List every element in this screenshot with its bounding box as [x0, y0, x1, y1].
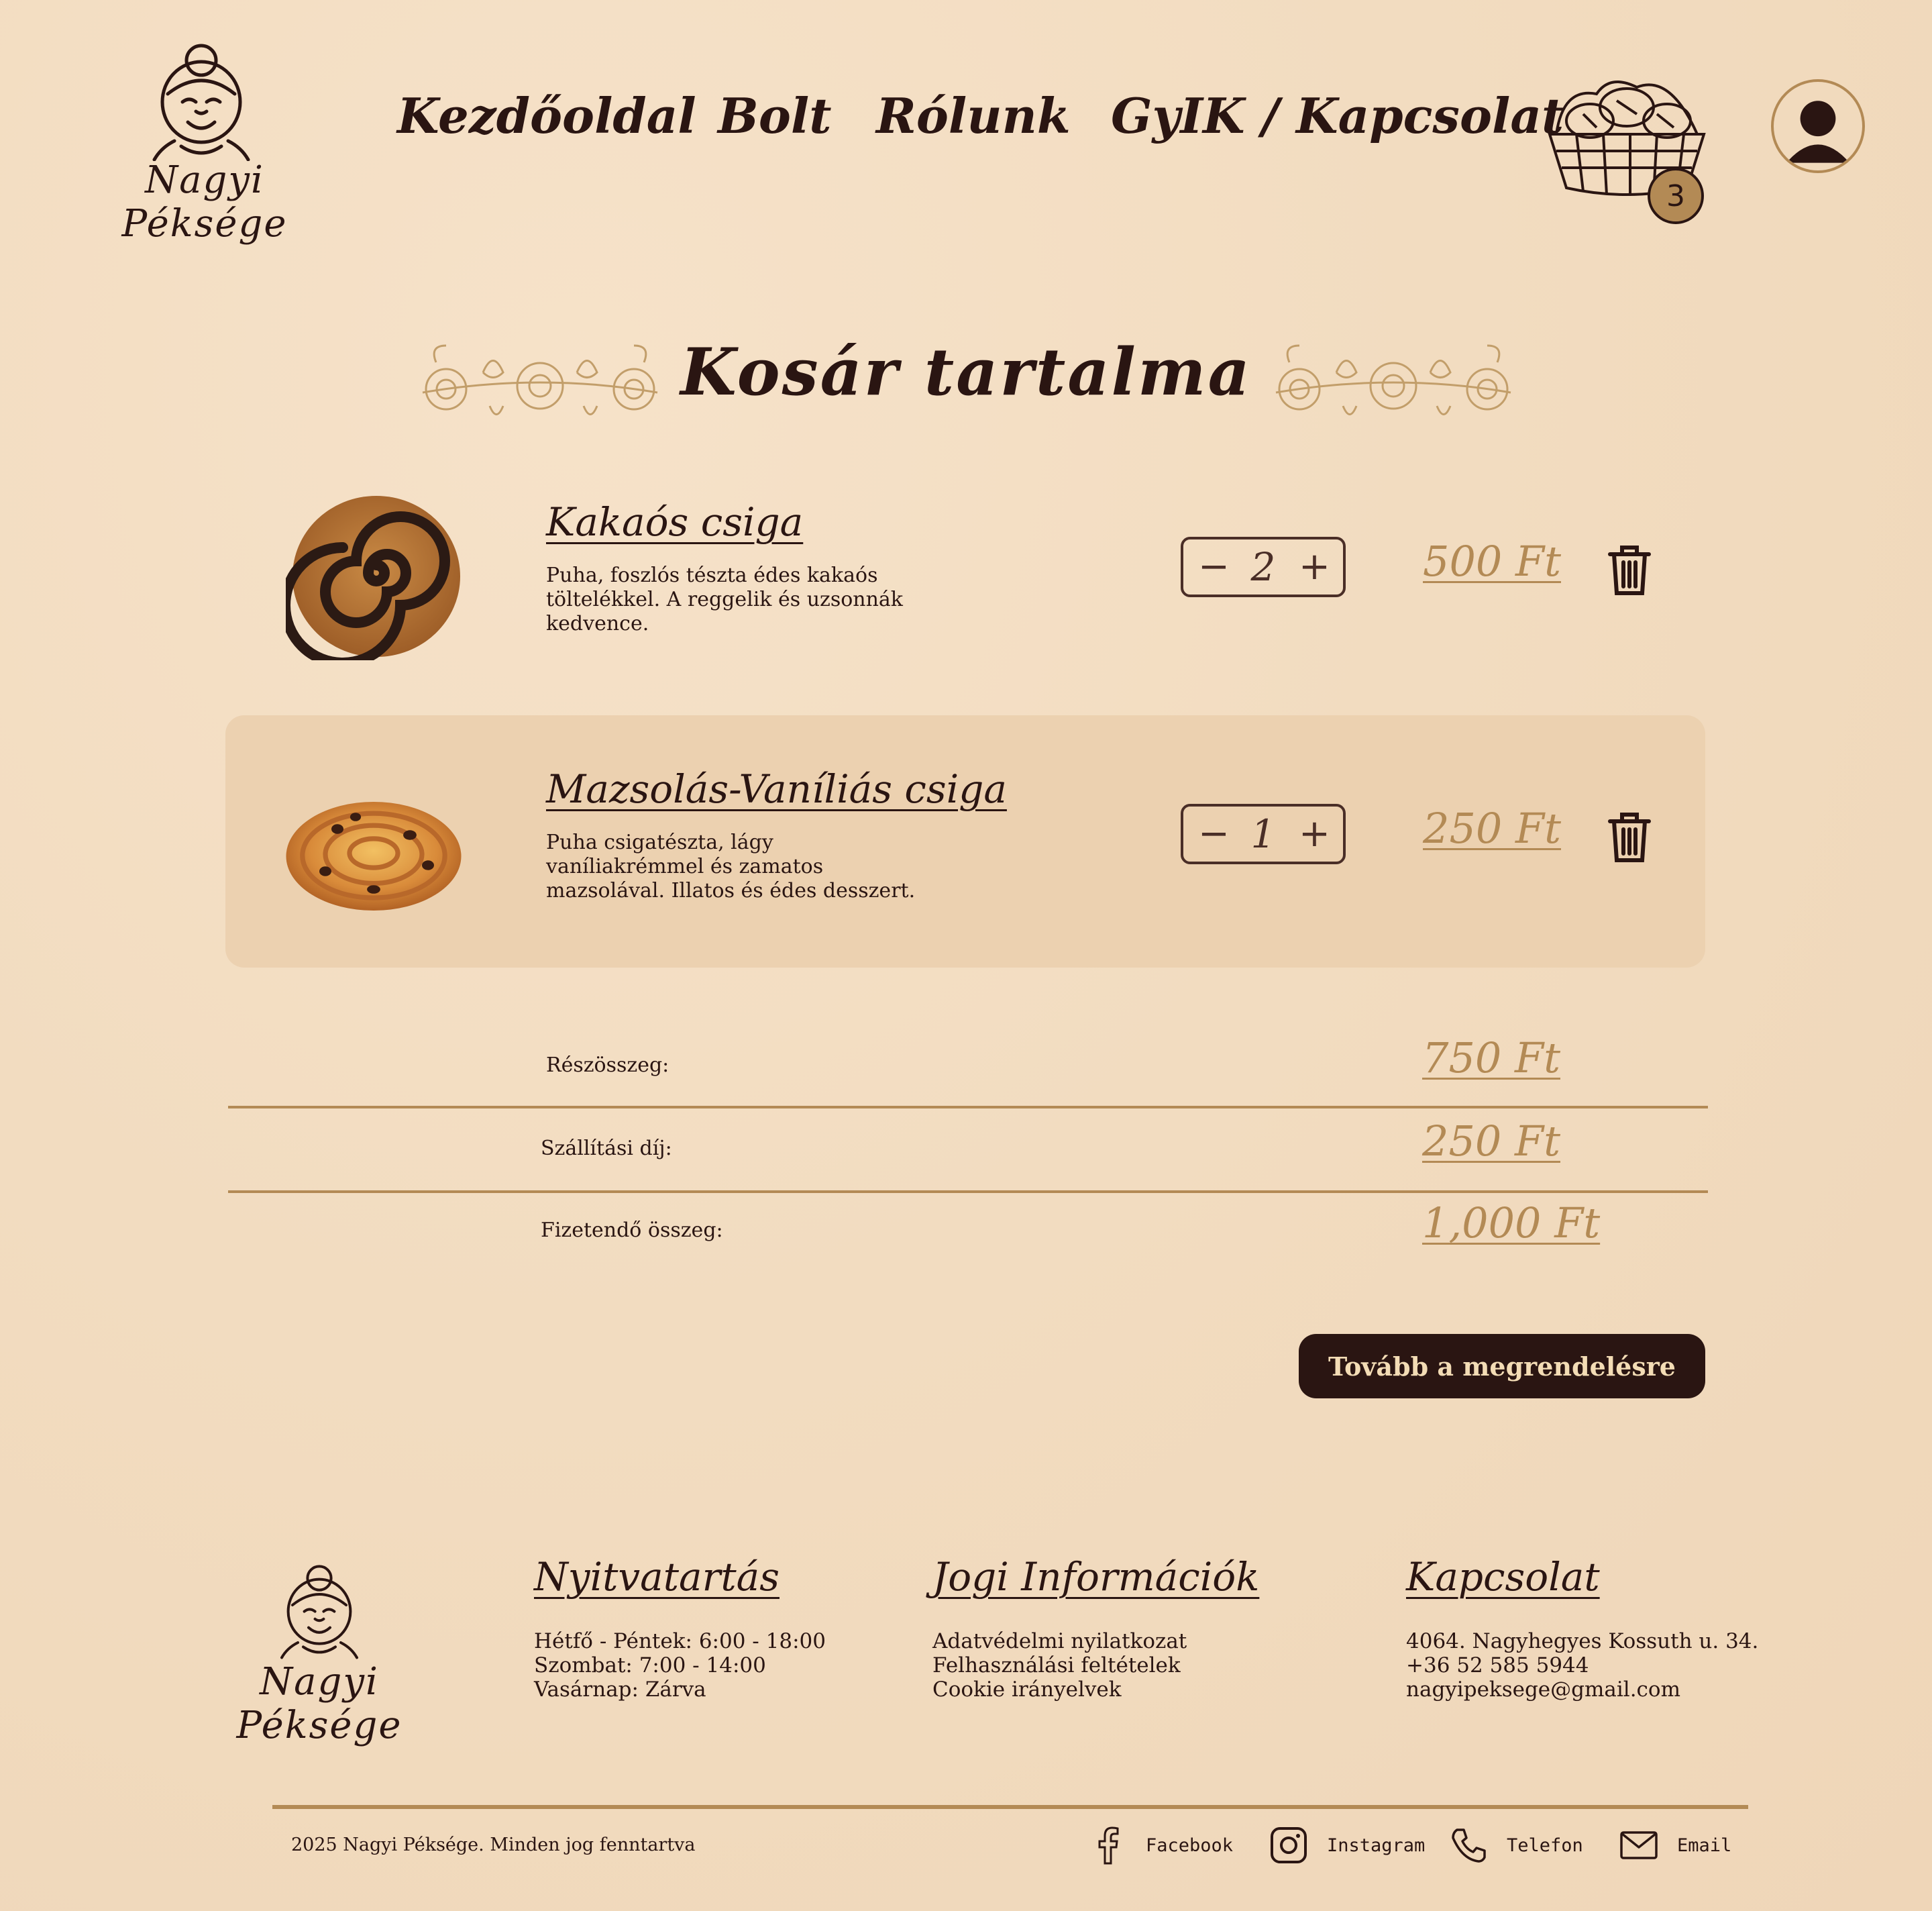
decrement-button[interactable]: −	[1198, 548, 1230, 586]
brand-name: Nagyi Péksége	[121, 158, 288, 246]
terms-link[interactable]: Felhasználási feltételek	[932, 1653, 1181, 1677]
cocoa-roll-image	[286, 496, 460, 660]
contact-phone[interactable]: +36 52 585 5944	[1406, 1653, 1589, 1677]
social-email[interactable]: Email	[1619, 1825, 1731, 1865]
footer-legal-title: Jogi Információk	[932, 1554, 1260, 1600]
total-label: Fizetendő összeg:	[541, 1219, 723, 1242]
cookie-policy-link[interactable]: Cookie irányelvek	[932, 1677, 1122, 1702]
item-description: Puha csigatészta, lágy vaníliakrémmel és…	[546, 831, 916, 902]
summary-divider	[228, 1190, 1708, 1193]
checkout-button[interactable]: Tovább a megrendelésre	[1299, 1334, 1705, 1398]
quantity-stepper: − 2 +	[1181, 537, 1346, 597]
increment-button[interactable]: +	[1299, 548, 1330, 586]
contact-email[interactable]: nagyipeksege@gmail.com	[1406, 1677, 1680, 1702]
phone-icon	[1452, 1828, 1486, 1863]
footer-hours-line: Hétfő - Péntek: 6:00 - 18:00	[534, 1629, 826, 1653]
nav-about[interactable]: Rólunk	[876, 87, 1071, 144]
grandma-icon	[152, 44, 250, 161]
social-label: Telefon	[1507, 1835, 1583, 1856]
email-icon	[1620, 1831, 1658, 1859]
subtotal-label: Részösszeg:	[546, 1053, 669, 1077]
instagram-icon	[1271, 1827, 1307, 1863]
page-title: Kosár tartalma	[680, 334, 1252, 410]
cart-item: Mazsolás-Vaníliás csiga Puha csigatészta…	[225, 715, 1705, 968]
social-phone[interactable]: Telefon	[1449, 1825, 1583, 1865]
total-value: 1,000 Ft	[1422, 1198, 1601, 1247]
user-avatar[interactable]	[1771, 79, 1865, 173]
footer-contact-title: Kapcsolat	[1406, 1554, 1600, 1600]
nav-faq-contact[interactable]: GyIK / Kapcsolat	[1111, 87, 1564, 144]
social-label: Facebook	[1146, 1835, 1234, 1856]
grandma-icon	[280, 1565, 358, 1659]
social-instagram[interactable]: Instagram	[1269, 1825, 1425, 1865]
footer-divider	[272, 1805, 1748, 1809]
item-description: Puha, foszlós tészta édes kakaós töltelé…	[546, 564, 903, 635]
raisin-vanilla-roll-image	[286, 802, 462, 911]
brand-logo[interactable]: Nagyi Péksége	[60, 40, 349, 246]
cart-count-badge[interactable]: 3	[1648, 168, 1704, 224]
trash-icon[interactable]	[1606, 811, 1653, 864]
shipping-value: 250 Ft	[1422, 1117, 1560, 1166]
item-price: 500 Ft	[1423, 537, 1561, 586]
copyright: 2025 Nagyi Péksége. Minden jog fenntartv…	[291, 1835, 696, 1855]
quantity-stepper: − 1 +	[1181, 804, 1346, 864]
subtotal-value: 750 Ft	[1422, 1033, 1560, 1082]
facebook-icon	[1098, 1826, 1119, 1865]
contact-address: 4064. Nagyhegyes Kossuth u. 34.	[1406, 1629, 1759, 1653]
quantity-value[interactable]: 1	[1251, 811, 1276, 857]
summary-divider	[228, 1106, 1708, 1108]
trash-icon[interactable]	[1606, 544, 1653, 597]
cart-item: Kakaós csiga Puha, foszlós tészta édes k…	[225, 448, 1705, 701]
footer-hours-title: Nyitvatartás	[534, 1554, 780, 1600]
footer-brand-name: Nagyi Péksége	[236, 1660, 402, 1747]
decrement-button[interactable]: −	[1198, 815, 1230, 853]
footer-logo[interactable]: Nagyi Péksége	[178, 1550, 460, 1747]
privacy-policy-link[interactable]: Adatvédelmi nyilatkozat	[932, 1629, 1187, 1653]
rose-flourish-right-icon	[1275, 344, 1511, 415]
nav-home[interactable]: Kezdőoldal	[397, 87, 696, 144]
item-name[interactable]: Kakaós csiga	[546, 499, 803, 545]
social-facebook[interactable]: Facebook	[1088, 1825, 1233, 1865]
user-icon	[1786, 101, 1850, 163]
social-label: Instagram	[1327, 1835, 1426, 1856]
shipping-label: Szállítási díj:	[541, 1137, 672, 1160]
footer-hours-line: Vasárnap: Zárva	[534, 1677, 706, 1702]
footer-hours-line: Szombat: 7:00 - 14:00	[534, 1653, 766, 1677]
quantity-value[interactable]: 2	[1251, 544, 1276, 590]
social-label: Email	[1677, 1835, 1732, 1856]
nav-shop[interactable]: Bolt	[718, 87, 832, 144]
increment-button[interactable]: +	[1299, 815, 1330, 853]
item-price: 250 Ft	[1423, 804, 1561, 853]
item-name[interactable]: Mazsolás-Vaníliás csiga	[546, 766, 1007, 812]
